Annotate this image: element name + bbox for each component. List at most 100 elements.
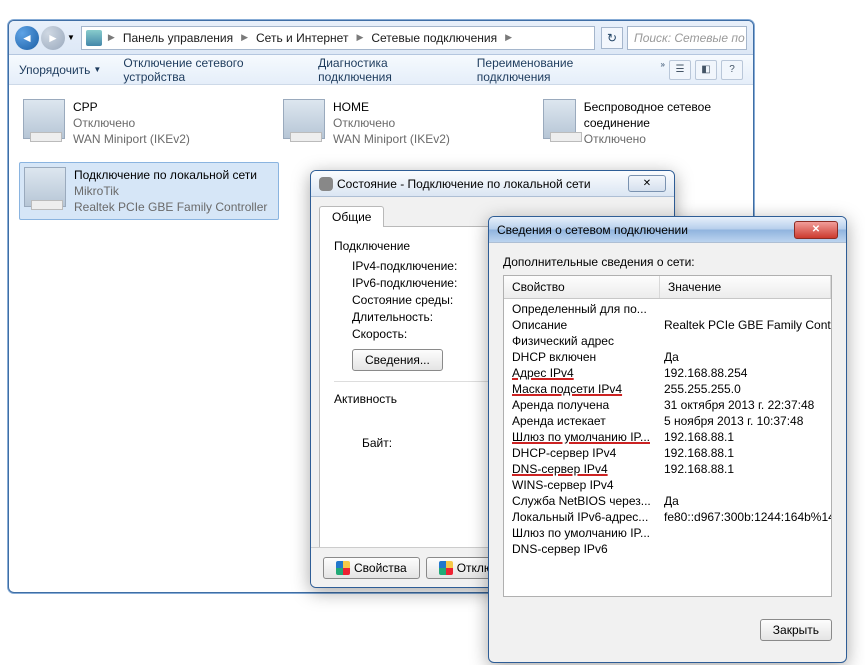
list-row[interactable]: Служба NetBIOS через...Да	[504, 493, 831, 509]
chevron-right-icon: ▶	[354, 32, 365, 43]
nav-forward-button[interactable]: ►	[41, 26, 65, 50]
list-row[interactable]: Физический адрес	[504, 333, 831, 349]
chevron-right-icon: ▶	[503, 32, 514, 43]
connection-status: MikroTik	[74, 183, 267, 199]
help-button[interactable]: ?	[721, 60, 743, 80]
value-cell: 31 октября 2013 г. 22:37:48	[660, 398, 831, 412]
value-cell: Да	[660, 494, 831, 508]
connection-text: HOME Отключено WAN Miniport (IKEv2)	[333, 99, 450, 148]
tab-general[interactable]: Общие	[319, 206, 384, 227]
close-icon: ✕	[643, 178, 651, 189]
disable-device-button[interactable]: Отключение сетевого устройства	[123, 56, 296, 84]
shield-icon	[336, 561, 350, 575]
diagnose-button[interactable]: Диагностика подключения	[318, 56, 455, 84]
nav-back-button[interactable]: ◄	[15, 26, 39, 50]
connection-status: Отключено	[333, 115, 450, 131]
refresh-button[interactable]: ↻	[601, 27, 623, 49]
connection-text: Подключение по локальной сети MikroTik R…	[74, 167, 267, 216]
list-row[interactable]: Адрес IPv4192.168.88.254	[504, 365, 831, 381]
dialog-body: Дополнительные сведения о сети: Свойство…	[489, 243, 846, 609]
network-icon	[319, 177, 333, 191]
connection-title: Подключение по локальной сети	[74, 167, 267, 183]
close-button[interactable]: ✕	[794, 221, 838, 239]
property-cell: DHCP включен	[504, 350, 660, 364]
list-row[interactable]: Маска подсети IPv4255.255.255.0	[504, 381, 831, 397]
label-speed: Скорость:	[334, 327, 484, 341]
dialog-titlebar[interactable]: Сведения о сетевом подключении ✕	[489, 217, 846, 243]
organize-label: Упорядочить	[19, 63, 90, 77]
list-row[interactable]: DHCP включенДа	[504, 349, 831, 365]
property-cell: Служба NetBIOS через...	[504, 494, 660, 508]
value-cell	[660, 526, 831, 540]
value-cell: 192.168.88.1	[660, 446, 831, 460]
address-bar: ◄ ► ▼ ▶ Панель управления ▶ Сеть и Интер…	[9, 21, 753, 55]
property-cell: Аренда получена	[504, 398, 660, 412]
arrow-left-icon: ◄	[21, 31, 33, 45]
dialog-titlebar[interactable]: Состояние - Подключение по локальной сет…	[311, 171, 674, 197]
properties-button[interactable]: Свойства	[323, 557, 420, 579]
breadcrumb-leaf[interactable]: Сетевые подключения	[365, 31, 503, 45]
details-button[interactable]: Сведения...	[352, 349, 443, 371]
column-value[interactable]: Значение	[660, 276, 831, 298]
refresh-icon: ↻	[607, 31, 617, 45]
property-cell: Определенный для по...	[504, 302, 660, 316]
property-cell: Локальный IPv6-адрес...	[504, 510, 660, 524]
rename-button[interactable]: Переименование подключения	[477, 56, 639, 84]
value-cell	[660, 542, 831, 556]
property-cell: Физический адрес	[504, 334, 660, 348]
list-row[interactable]: Определенный для по...	[504, 301, 831, 317]
overflow-chevrons-icon[interactable]: »	[661, 60, 665, 80]
property-cell: DHCP-сервер IPv4	[504, 446, 660, 460]
list-row[interactable]: Аренда истекает5 ноября 2013 г. 10:37:48	[504, 413, 831, 429]
list-row[interactable]: Шлюз по умолчанию IP...	[504, 525, 831, 541]
details-dialog: Сведения о сетевом подключении ✕ Дополни…	[488, 216, 847, 663]
property-cell: Аренда истекает	[504, 414, 660, 428]
view-options-button[interactable]: ☰	[669, 60, 691, 80]
adapter-icon	[283, 99, 325, 139]
property-cell: Описание	[504, 318, 660, 332]
breadcrumb[interactable]: ▶ Панель управления ▶ Сеть и Интернет ▶ …	[81, 26, 595, 50]
arrow-right-icon: ►	[47, 31, 59, 45]
search-input[interactable]: Поиск: Сетевые по	[627, 26, 747, 50]
property-cell: Шлюз по умолчанию IP...	[504, 526, 660, 540]
dialog-title: Состояние - Подключение по локальной сет…	[337, 177, 628, 191]
close-button[interactable]: ✕	[628, 175, 666, 192]
list-body: Определенный для по...ОписаниеRealtek PC…	[504, 299, 831, 559]
nav-history-dropdown[interactable]: ▼	[67, 33, 75, 42]
details-listview[interactable]: Свойство Значение Определенный для по...…	[503, 275, 832, 597]
connection-lan[interactable]: Подключение по локальной сети MikroTik R…	[19, 162, 279, 221]
label-ipv6: IPv6-подключение:	[334, 276, 484, 290]
details-subtitle: Дополнительные сведения о сети:	[503, 255, 832, 269]
value-cell: 255.255.255.0	[660, 382, 831, 396]
adapter-icon	[23, 99, 65, 139]
breadcrumb-root[interactable]: Панель управления	[117, 31, 239, 45]
connection-home[interactable]: HOME Отключено WAN Miniport (IKEv2)	[279, 95, 509, 152]
list-row[interactable]: DHCP-сервер IPv4192.168.88.1	[504, 445, 831, 461]
connection-text: Беспроводное сетевое соединение Отключен…	[584, 99, 735, 148]
list-row[interactable]: Аренда получена31 октября 2013 г. 22:37:…	[504, 397, 831, 413]
list-row[interactable]: WINS-сервер IPv4	[504, 477, 831, 493]
label-bytes: Байт:	[334, 436, 499, 450]
property-cell: Маска подсети IPv4	[504, 382, 660, 396]
list-row[interactable]: ОписаниеRealtek PCIe GBE Family Controll…	[504, 317, 831, 333]
list-row[interactable]: DNS-сервер IPv6	[504, 541, 831, 557]
connection-title: Беспроводное сетевое соединение	[584, 99, 735, 131]
value-cell: 5 ноября 2013 г. 10:37:48	[660, 414, 831, 428]
list-row[interactable]: DNS-сервер IPv4192.168.88.1	[504, 461, 831, 477]
list-row[interactable]: Шлюз по умолчанию IP...192.168.88.1	[504, 429, 831, 445]
organize-menu[interactable]: Упорядочить ▼	[19, 63, 101, 77]
connection-status: Отключено	[584, 131, 735, 147]
breadcrumb-mid[interactable]: Сеть и Интернет	[250, 31, 354, 45]
connection-title: CPP	[73, 99, 190, 115]
connection-wlan[interactable]: Беспроводное сетевое соединение Отключен…	[539, 95, 739, 152]
connection-cpp[interactable]: CPP Отключено WAN Miniport (IKEv2)	[19, 95, 249, 152]
column-property[interactable]: Свойство	[504, 276, 660, 298]
property-cell: DNS-сервер IPv6	[504, 542, 660, 556]
dialog-footer: Закрыть	[489, 609, 846, 651]
connection-status: Отключено	[73, 115, 190, 131]
close-dialog-button[interactable]: Закрыть	[760, 619, 832, 641]
dialog-title: Сведения о сетевом подключении	[497, 223, 794, 237]
connection-device: WAN Miniport (IKEv2)	[333, 131, 450, 147]
preview-pane-button[interactable]: ◧	[695, 60, 717, 80]
list-row[interactable]: Локальный IPv6-адрес...fe80::d967:300b:1…	[504, 509, 831, 525]
